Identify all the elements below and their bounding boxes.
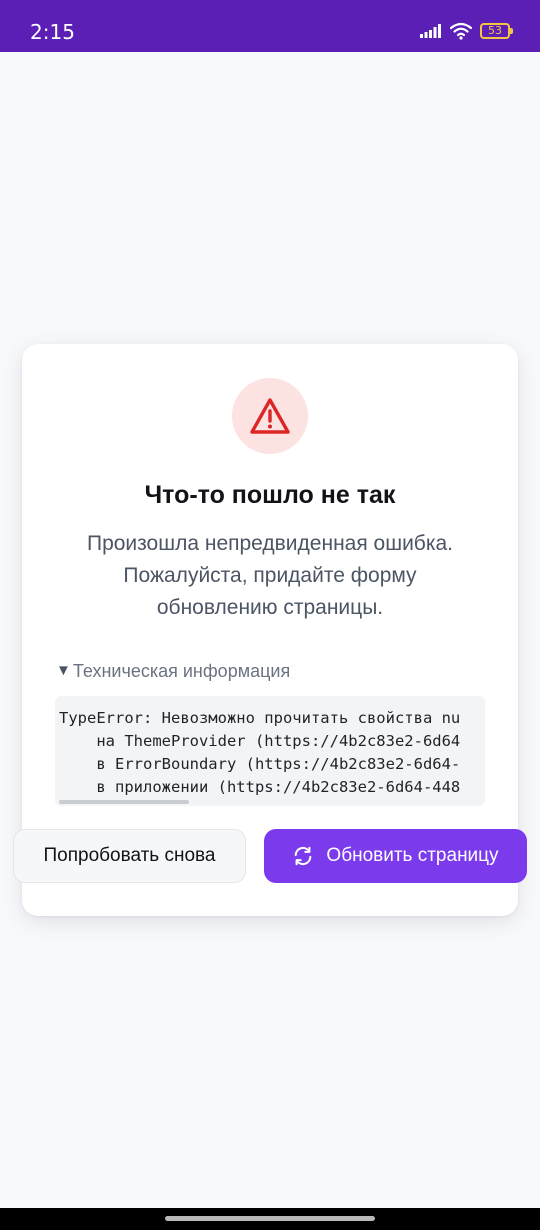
status-icons: 53 [420, 22, 513, 40]
reload-button-label: Обновить страницу [326, 845, 499, 866]
reload-page-button[interactable]: Обновить страницу [264, 829, 527, 883]
error-message: Произошла непредвиденная ошибка. Пожалуй… [62, 528, 478, 624]
status-bar: 2:15 53 [0, 0, 540, 52]
error-message-line: Пожалуйста, придайте форму [123, 564, 417, 587]
horizontal-scrollbar[interactable] [59, 800, 189, 804]
disclosure-triangle-icon: ▼ [56, 662, 71, 679]
stack-trace-line: TypeError: Невозможно прочитать свойства… [59, 709, 461, 727]
status-time: 2:15 [30, 20, 75, 44]
error-title: Что-то пошло не так [144, 481, 396, 509]
navigation-bar [0, 1208, 540, 1230]
warning-triangle-icon [250, 398, 290, 434]
retry-button-label: Попробовать снова [43, 845, 216, 866]
battery-icon: 53 [480, 23, 513, 39]
refresh-icon [295, 846, 312, 866]
signal-icon [420, 24, 441, 38]
battery-level: 53 [488, 24, 502, 37]
stack-trace-line: в ErrorBoundary (https://4b2c83e2-6d64- [59, 755, 461, 773]
stack-trace-line: на ThemeProvider (https://4b2c83e2-6d64 [59, 732, 461, 750]
home-indicator[interactable] [165, 1216, 375, 1221]
stack-trace-box[interactable]: TypeError: Невозможно прочитать свойства… [55, 696, 485, 806]
error-message-line: обновлению страницы. [156, 596, 384, 619]
error-message-line: Произошла непредвиденная ошибка. [86, 532, 453, 555]
wifi-icon [450, 22, 472, 40]
warning-badge [232, 378, 308, 454]
technical-details-toggle[interactable]: ▼ Техническая информация [56, 658, 290, 684]
stack-trace-line: в приложении (https://4b2c83e2-6d64-448 [59, 778, 461, 796]
technical-details-label: Техническая информация [72, 661, 291, 681]
retry-button[interactable]: Попробовать снова [13, 829, 246, 883]
